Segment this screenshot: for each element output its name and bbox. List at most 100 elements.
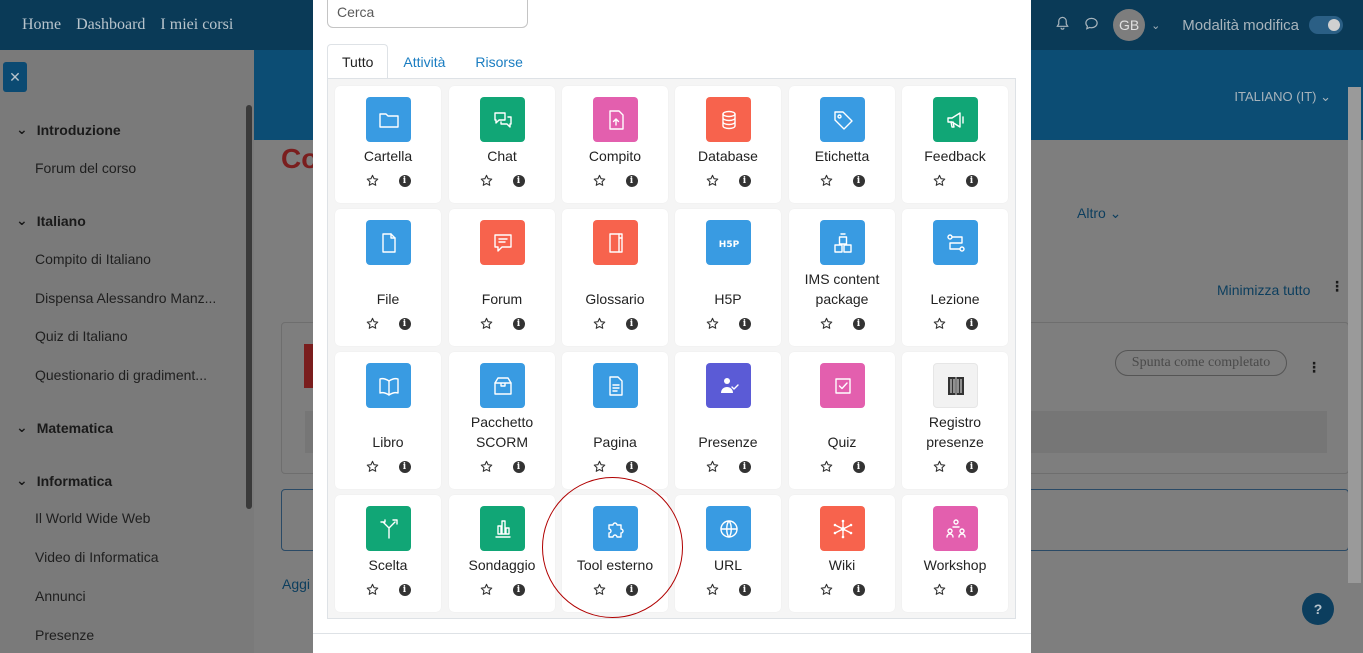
kebab-menu-icon[interactable]: ⋮ (1307, 359, 1321, 376)
activity-card[interactable]: Forum i (449, 209, 555, 346)
close-drawer-button[interactable]: ✕ (3, 62, 27, 92)
info-icon[interactable]: i (398, 175, 411, 187)
info-icon[interactable]: i (512, 318, 525, 330)
star-icon[interactable] (933, 174, 946, 190)
info-icon[interactable]: i (625, 461, 638, 473)
drawer-item[interactable]: Presenze (35, 627, 94, 643)
nav-my-courses[interactable]: I miei corsi (160, 16, 233, 34)
star-icon[interactable] (820, 460, 833, 476)
drawer-item[interactable]: Compito di Italiano (35, 251, 151, 267)
activity-card[interactable]: Etichetta i (789, 86, 895, 203)
section-informatica[interactable]: ⌄ Informatica (16, 472, 112, 489)
activity-card[interactable]: Database i (675, 86, 781, 203)
star-icon[interactable] (593, 317, 606, 333)
star-icon[interactable] (706, 583, 719, 599)
star-icon[interactable] (820, 317, 833, 333)
drawer-item[interactable]: Annunci (35, 588, 86, 604)
nav-dashboard[interactable]: Dashboard (76, 16, 145, 34)
star-icon[interactable] (820, 583, 833, 599)
activity-card[interactable]: Registro presenze i (902, 352, 1008, 489)
star-icon[interactable] (933, 583, 946, 599)
activity-card[interactable]: Presenze i (675, 352, 781, 489)
info-icon[interactable]: i (512, 175, 525, 187)
activity-card[interactable]: Glossario i (562, 209, 668, 346)
info-icon[interactable]: i (625, 584, 638, 596)
activity-card[interactable]: Sondaggio i (449, 495, 555, 612)
collapse-all-link[interactable]: Minimizza tutto (1217, 282, 1310, 298)
star-icon[interactable] (366, 460, 379, 476)
help-button[interactable]: ? (1302, 593, 1334, 625)
info-icon[interactable]: i (398, 461, 411, 473)
info-icon[interactable]: i (852, 318, 865, 330)
star-icon[interactable] (480, 317, 493, 333)
tab-activities[interactable]: Attività (388, 44, 460, 79)
activity-card[interactable]: File i (335, 209, 441, 346)
info-icon[interactable]: i (738, 175, 751, 187)
star-icon[interactable] (593, 174, 606, 190)
info-icon[interactable]: i (852, 584, 865, 596)
drawer-scrollbar[interactable] (246, 105, 252, 509)
star-icon[interactable] (820, 174, 833, 190)
drawer-item[interactable]: Questionario di gradiment... (35, 367, 207, 383)
mark-complete-button[interactable]: Spunta come completato (1115, 350, 1287, 376)
info-icon[interactable]: i (625, 318, 638, 330)
tab-all[interactable]: Tutto (327, 44, 389, 79)
activity-card[interactable]: Feedback i (902, 86, 1008, 203)
info-icon[interactable]: i (625, 175, 638, 187)
chevron-down-icon[interactable]: ⌄ (1151, 19, 1160, 32)
activity-card[interactable]: Wiki i (789, 495, 895, 612)
drawer-item[interactable]: Il World Wide Web (35, 510, 150, 526)
user-avatar[interactable]: GB (1113, 9, 1146, 41)
activity-card[interactable]: IMS content package i (789, 209, 895, 346)
info-icon[interactable]: i (512, 461, 525, 473)
star-icon[interactable] (480, 174, 493, 190)
info-icon[interactable]: i (852, 175, 865, 187)
drawer-item[interactable]: Video di Informatica (35, 549, 158, 565)
nav-home[interactable]: Home (22, 16, 61, 34)
info-icon[interactable]: i (398, 318, 411, 330)
activity-card[interactable]: Libro i (335, 352, 441, 489)
info-icon[interactable]: i (852, 461, 865, 473)
star-icon[interactable] (933, 317, 946, 333)
more-menu[interactable]: Altro ⌄ (1077, 205, 1121, 222)
bell-icon[interactable] (1055, 16, 1070, 35)
info-icon[interactable]: i (965, 175, 978, 187)
info-icon[interactable]: i (512, 584, 525, 596)
section-introduzione[interactable]: ⌄ Introduzione (16, 121, 121, 138)
info-icon[interactable]: i (738, 584, 751, 596)
language-menu[interactable]: ITALIANO (IT) ⌄ (1234, 89, 1331, 105)
activity-card[interactable]: URL i (675, 495, 781, 612)
add-link[interactable]: Aggi (282, 576, 310, 592)
activity-card[interactable]: Compito i (562, 86, 668, 203)
star-icon[interactable] (593, 583, 606, 599)
info-icon[interactable]: i (398, 584, 411, 596)
message-icon[interactable] (1084, 16, 1099, 35)
activity-card[interactable]: Pagina i (562, 352, 668, 489)
drawer-item[interactable]: Dispensa Alessandro Manz... (35, 290, 216, 306)
star-icon[interactable] (480, 460, 493, 476)
section-italiano[interactable]: ⌄ Italiano (16, 212, 86, 229)
activity-card[interactable]: Pacchetto SCORM i (449, 352, 555, 489)
activity-card[interactable]: Cartella i (335, 86, 441, 203)
activity-card[interactable]: H5P H5P i (675, 209, 781, 346)
star-icon[interactable] (933, 460, 946, 476)
star-icon[interactable] (706, 460, 719, 476)
activity-card[interactable]: Scelta i (335, 495, 441, 612)
activity-card[interactable]: Chat i (449, 86, 555, 203)
info-icon[interactable]: i (965, 584, 978, 596)
star-icon[interactable] (366, 317, 379, 333)
star-icon[interactable] (706, 317, 719, 333)
drawer-item[interactable]: Quiz di Italiano (35, 328, 128, 344)
activity-card[interactable]: Quiz i (789, 352, 895, 489)
info-icon[interactable]: i (738, 318, 751, 330)
info-icon[interactable]: i (738, 461, 751, 473)
info-icon[interactable]: i (965, 461, 978, 473)
section-matematica[interactable]: ⌄ Matematica (16, 419, 113, 436)
star-icon[interactable] (480, 583, 493, 599)
star-icon[interactable] (706, 174, 719, 190)
star-icon[interactable] (366, 174, 379, 190)
search-input[interactable] (327, 0, 528, 28)
star-icon[interactable] (366, 583, 379, 599)
drawer-item[interactable]: Forum del corso (35, 160, 136, 176)
star-icon[interactable] (593, 460, 606, 476)
